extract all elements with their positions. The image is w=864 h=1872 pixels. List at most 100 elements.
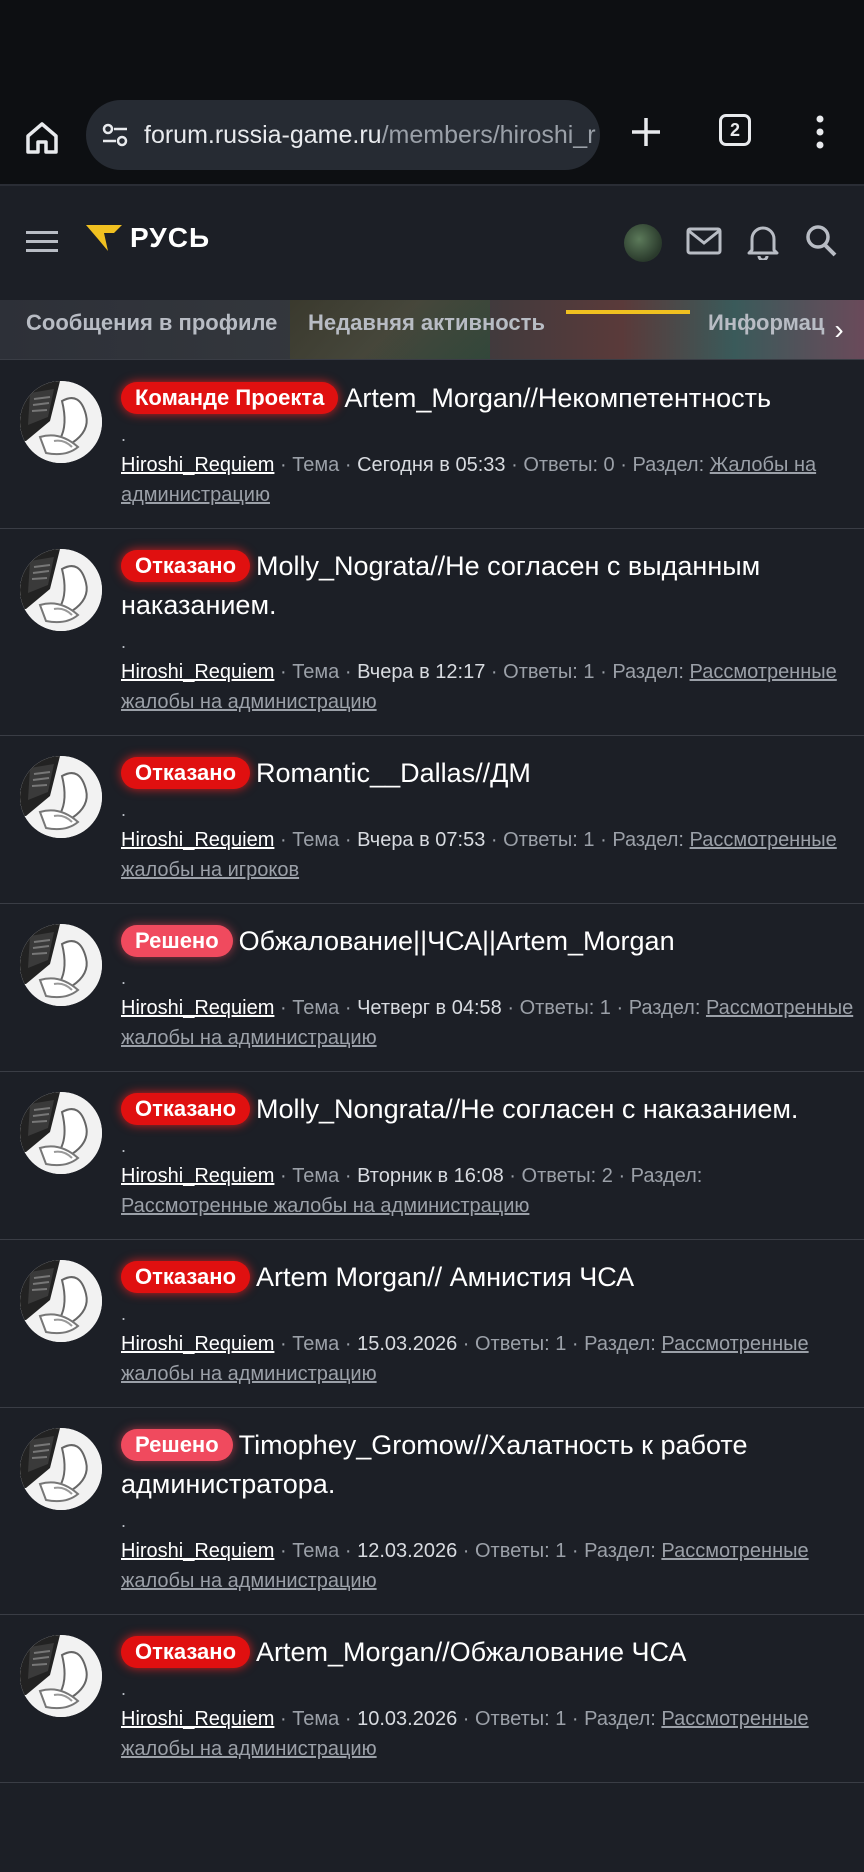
list-item[interactable]: Отказано Molly_Nongrata//Не согласен с на… — [0, 1072, 864, 1240]
site-settings-icon[interactable] — [100, 120, 130, 150]
tab-recent-activity[interactable]: Недавняя активность — [308, 310, 545, 336]
mail-icon[interactable] — [686, 226, 722, 256]
section-label: Раздел: — [630, 1165, 703, 1187]
reply-count: Ответы: 1 — [475, 1333, 567, 1355]
post-title[interactable]: Molly_Nongrata//Не согласен с наказанием… — [256, 1094, 798, 1124]
meta-separator: · — [279, 1333, 287, 1355]
post-title-line[interactable]: Команде Проекта Artem_Morgan//Некомпетент… — [121, 379, 854, 418]
avatar[interactable] — [20, 381, 102, 463]
content-type: Тема — [292, 1708, 340, 1730]
bell-icon[interactable] — [746, 222, 780, 260]
author-link[interactable]: Hiroshi_Requiem — [121, 661, 274, 683]
meta-separator: · — [490, 829, 498, 851]
post-snippet: . — [121, 968, 127, 988]
new-tab-icon[interactable] — [628, 114, 664, 150]
tabs-scroll-right-icon[interactable]: › — [814, 300, 864, 359]
avatar[interactable] — [20, 1092, 102, 1174]
list-item[interactable]: Отказано Artem Morgan// Амнистия ЧСА . Hi… — [0, 1240, 864, 1408]
post-snippet: . — [121, 1136, 127, 1156]
author-link[interactable]: Hiroshi_Requiem — [121, 997, 274, 1019]
post-meta: Hiroshi_Requiem · Тема · 10.03.2026 · От… — [121, 1704, 854, 1764]
author-link[interactable]: Hiroshi_Requiem — [121, 1708, 274, 1730]
meta-separator: · — [279, 1165, 287, 1187]
meta-separator: · — [620, 454, 627, 476]
tab-switcher-button[interactable]: 2 — [719, 114, 751, 146]
post-title-line[interactable]: Отказано Artem Morgan// Амнистия ЧСА — [121, 1258, 854, 1297]
section-label: Раздел: — [632, 454, 705, 476]
avatar[interactable] — [20, 1428, 102, 1510]
meta-separator: · — [279, 454, 287, 476]
post-title[interactable]: Artem_Morgan//Некомпетентность — [344, 383, 771, 413]
meta-separator: · — [600, 829, 607, 851]
reply-count: Ответы: 1 — [519, 997, 611, 1019]
status-badge: Отказано — [121, 757, 251, 789]
post-date: Вчера в 07:53 — [357, 829, 486, 851]
post-title[interactable]: Обжалование||ЧСА||Artem_Morgan — [239, 926, 675, 956]
post-title[interactable]: Artem_Morgan//Обжалование ЧСА — [256, 1637, 686, 1667]
home-icon[interactable] — [22, 118, 62, 158]
content-type: Тема — [292, 1165, 340, 1187]
post-meta: Hiroshi_Requiem · Тема · Вчера в 12:17 ·… — [121, 657, 854, 717]
meta-separator: · — [511, 454, 518, 476]
list-item[interactable]: Команде Проекта Artem_Morgan//Некомпетент… — [0, 361, 864, 529]
post-date: Вчера в 12:17 — [357, 661, 486, 683]
avatar[interactable] — [20, 924, 102, 1006]
address-bar[interactable]: forum.russia-game.ru/members/hiroshi_r — [86, 100, 600, 170]
meta-separator: · — [344, 454, 352, 476]
avatar[interactable] — [20, 549, 102, 631]
meta-separator: · — [344, 1165, 352, 1187]
meta-separator: · — [279, 1540, 287, 1562]
content-type: Тема — [292, 661, 340, 683]
tab-profile-posts[interactable]: Сообщения в профиле — [26, 310, 277, 336]
post-snippet: . — [121, 1511, 127, 1531]
section-label: Раздел: — [584, 1708, 656, 1730]
reply-count: Ответы: 1 — [503, 661, 595, 683]
tab-about[interactable]: Информац — [708, 310, 824, 336]
list-item[interactable]: Отказано Romantic__Dallas//ДМ . Hiroshi_R… — [0, 736, 864, 904]
more-menu-icon[interactable] — [808, 112, 832, 152]
section-link[interactable]: Рассмотренные жалобы на администрацию — [121, 1195, 529, 1217]
post-title-line[interactable]: Отказано Molly_Nongrata//Не согласен с на… — [121, 1090, 854, 1129]
reply-count: Ответы: 2 — [521, 1165, 613, 1187]
url-host: forum.russia-game.ru — [144, 120, 382, 149]
meta-separator: · — [279, 661, 287, 683]
post-meta: Hiroshi_Requiem · Тема · Вчера в 07:53 ·… — [121, 825, 854, 885]
meta-separator: · — [616, 997, 624, 1019]
meta-separator: · — [279, 829, 287, 851]
list-item[interactable]: Решено Timophey_Gromow//Халатность к рабо… — [0, 1408, 864, 1615]
meta-separator: · — [571, 1540, 579, 1562]
post-title-line[interactable]: Отказано Molly_Nograta//Не согласен с выд… — [121, 547, 854, 625]
author-link[interactable]: Hiroshi_Requiem — [121, 1333, 274, 1355]
list-item[interactable]: Решено Обжалование||ЧСА||Artem_Morgan . H… — [0, 904, 864, 1072]
meta-separator: · — [344, 829, 352, 851]
meta-separator: · — [344, 1333, 352, 1355]
avatar[interactable] — [20, 756, 102, 838]
author-link[interactable]: Hiroshi_Requiem — [121, 1165, 274, 1187]
post-title-line[interactable]: Решено Timophey_Gromow//Халатность к рабо… — [121, 1426, 854, 1504]
avatar[interactable] — [20, 1260, 102, 1342]
post-title[interactable]: Artem Morgan// Амнистия ЧСА — [256, 1262, 634, 1292]
browser-toolbar: forum.russia-game.ru/members/hiroshi_r 2 — [0, 92, 864, 186]
post-title-line[interactable]: Решено Обжалование||ЧСА||Artem_Morgan — [121, 922, 854, 961]
author-link[interactable]: Hiroshi_Requiem — [121, 829, 274, 851]
post-title-line[interactable]: Отказано Romantic__Dallas//ДМ — [121, 754, 854, 793]
author-link[interactable]: Hiroshi_Requiem — [121, 454, 274, 476]
post-date: 15.03.2026 — [357, 1333, 458, 1355]
meta-separator: · — [571, 1333, 579, 1355]
user-avatar[interactable] — [624, 224, 662, 262]
meta-separator: · — [509, 1165, 516, 1187]
search-icon[interactable] — [804, 222, 838, 260]
author-link[interactable]: Hiroshi_Requiem — [121, 1540, 274, 1562]
site-logo[interactable]: РУСЬ — [86, 222, 210, 254]
post-title[interactable]: Romantic__Dallas//ДМ — [256, 758, 531, 788]
meta-separator: · — [344, 1540, 352, 1562]
meta-separator: · — [600, 661, 607, 683]
content-type: Тема — [292, 829, 340, 851]
list-item[interactable]: Отказано Artem_Morgan//Обжалование ЧСА . … — [0, 1615, 864, 1783]
status-badge: Отказано — [121, 550, 251, 582]
hamburger-menu-icon[interactable] — [26, 228, 58, 256]
list-item[interactable]: Отказано Molly_Nograta//Не согласен с выд… — [0, 529, 864, 736]
avatar[interactable] — [20, 1635, 102, 1717]
content-type: Тема — [292, 997, 340, 1019]
post-title-line[interactable]: Отказано Artem_Morgan//Обжалование ЧСА — [121, 1633, 854, 1672]
